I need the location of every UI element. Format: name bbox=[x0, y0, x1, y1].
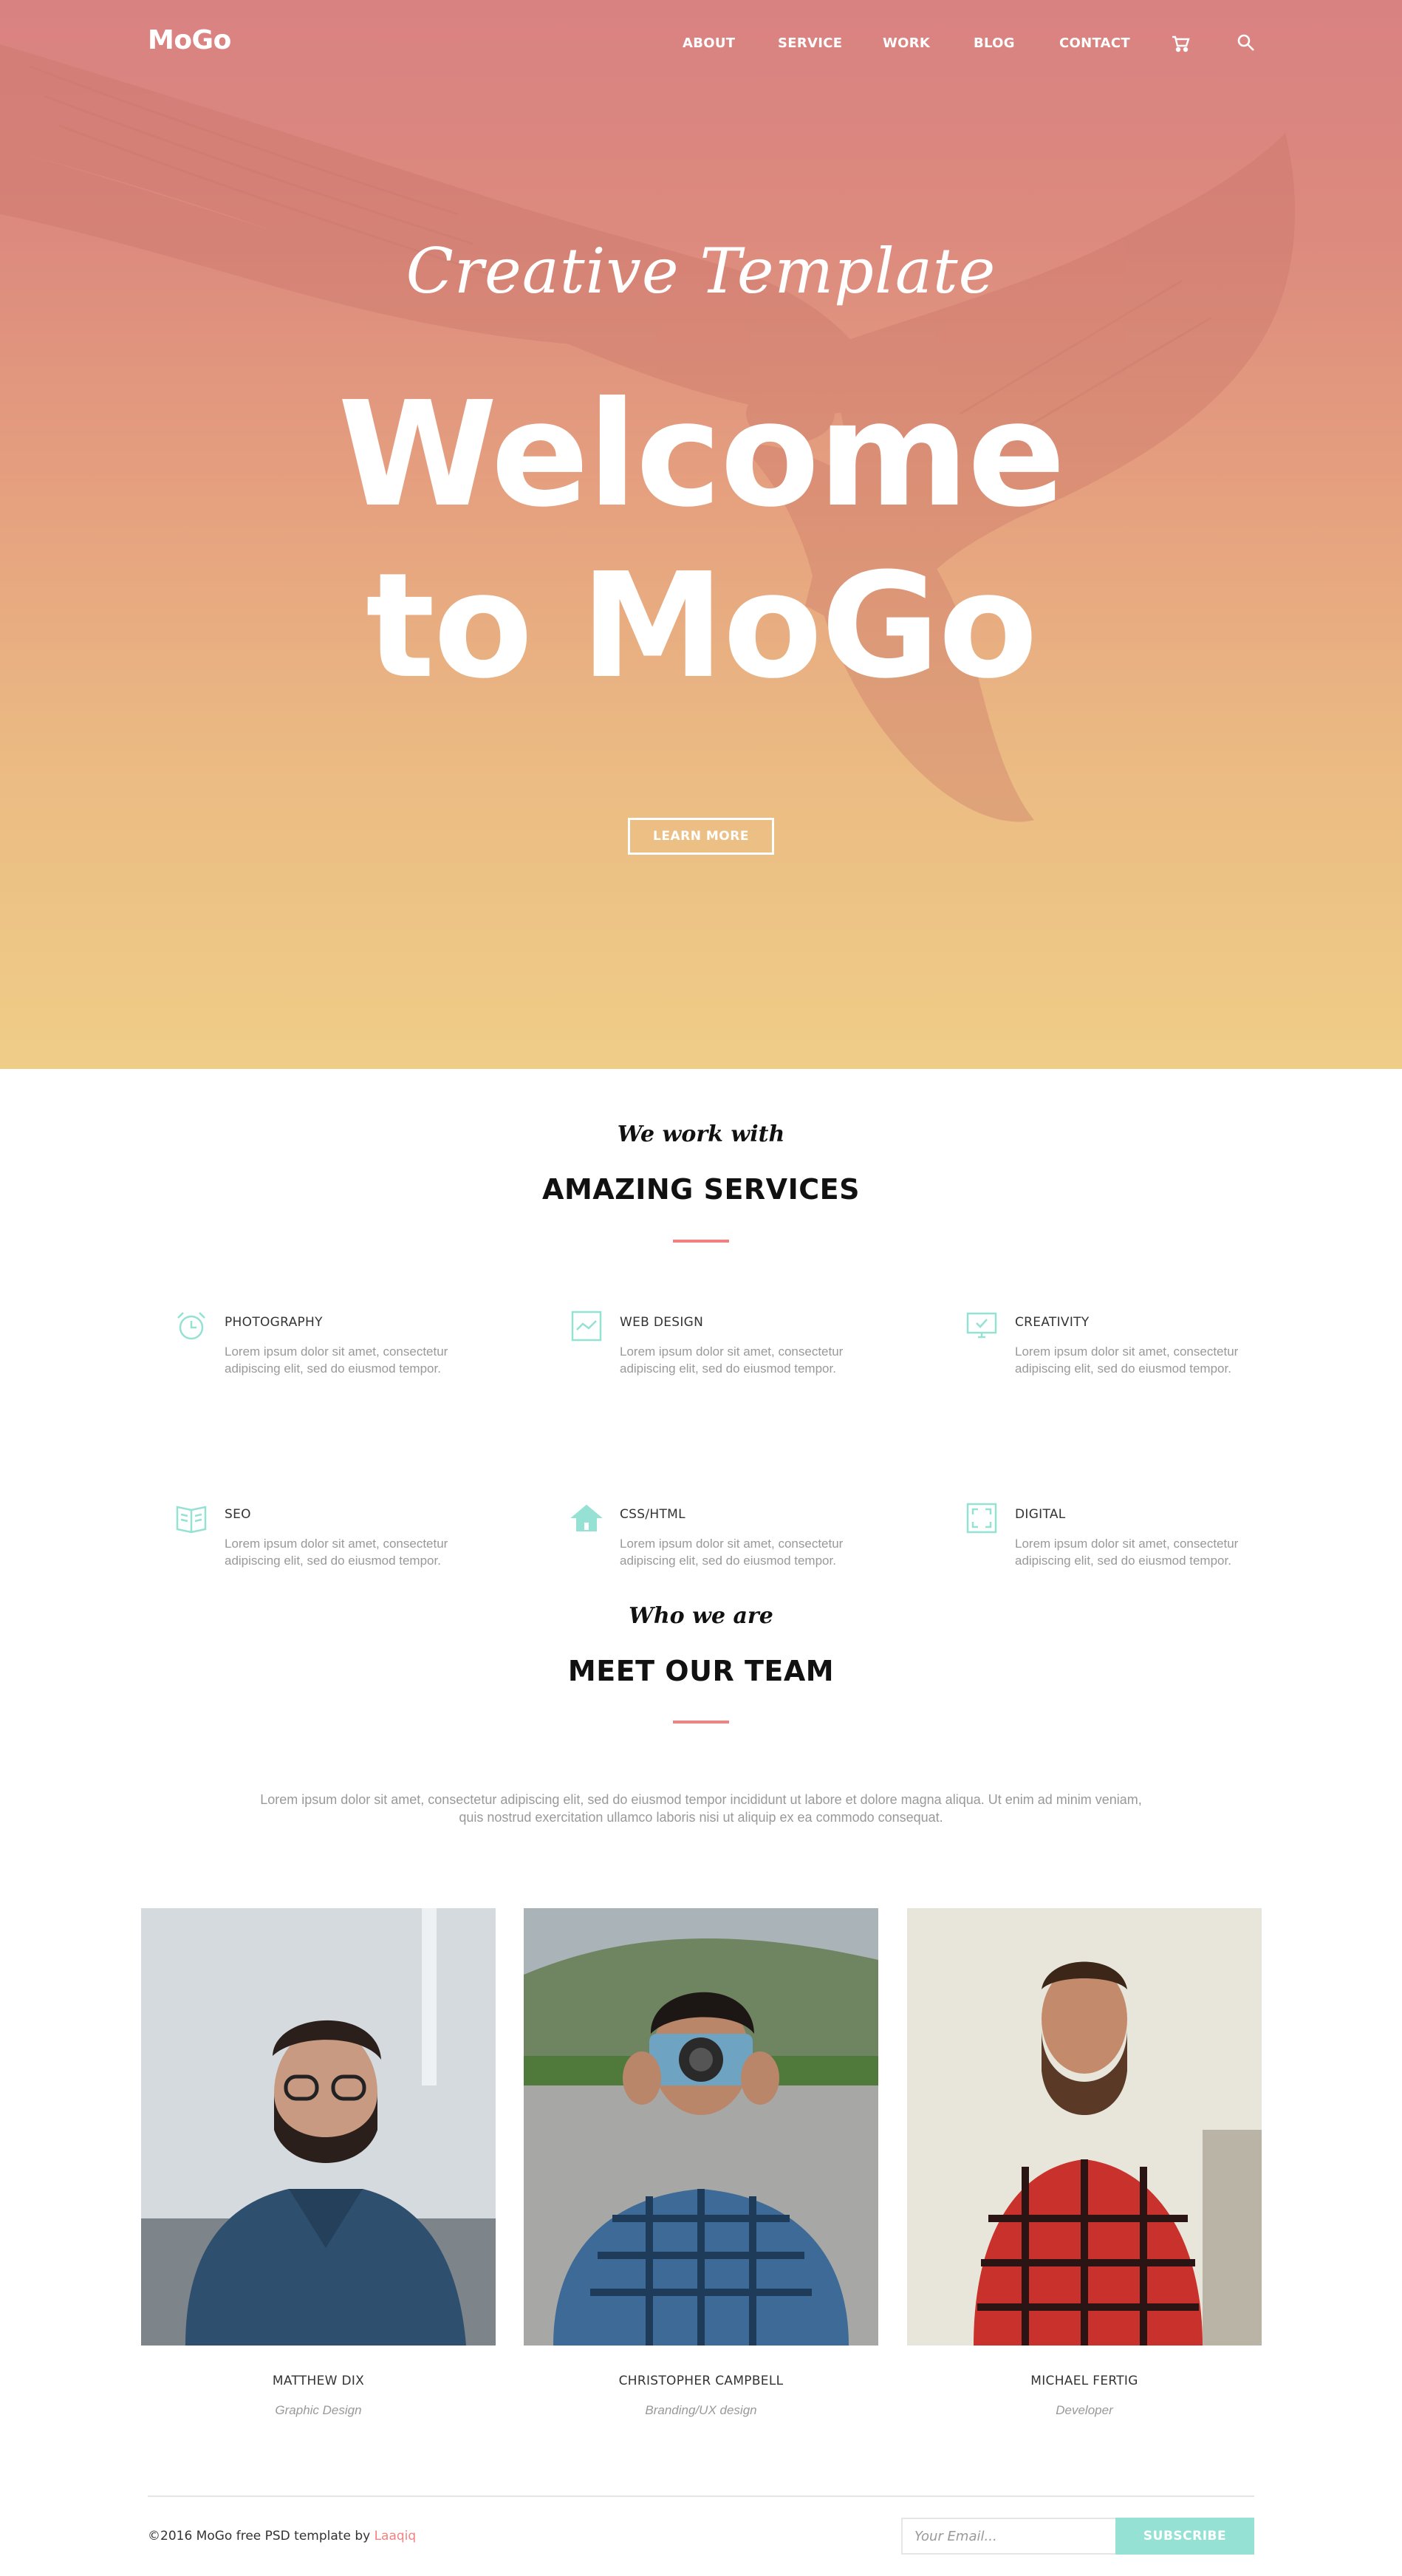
service-item-css-html: CSS/HTML Lorem ipsum dolor sit amet, con… bbox=[570, 1501, 880, 1605]
team-intro-text: Lorem ipsum dolor sit amet, consectetur … bbox=[260, 1792, 1142, 1825]
service-item-seo: SEO Lorem ipsum dolor sit amet, consecte… bbox=[174, 1501, 485, 1605]
team-member-name: CHRISTOPHER CAMPBELL bbox=[618, 2374, 784, 2388]
portrait-image bbox=[524, 1908, 878, 2346]
service-description: Lorem ipsum dolor sit amet, consectetur … bbox=[620, 1537, 844, 1568]
top-navigation: MoGo ABOUT SERVICE WORK BLOG CONTACT bbox=[0, 0, 1402, 89]
open-book-icon bbox=[174, 1501, 208, 1535]
service-title: PHOTOGRAPHY bbox=[225, 1315, 323, 1330]
service-item-photography: PHOTOGRAPHY Lorem ipsum dolor sit amet, … bbox=[174, 1309, 485, 1412]
service-item-creativity: CREATIVITY Lorem ipsum dolor sit amet, c… bbox=[965, 1309, 1275, 1412]
team-heading: MEET OUR TEAM bbox=[567, 1655, 835, 1687]
service-title: CSS/HTML bbox=[620, 1507, 685, 1522]
service-description: Lorem ipsum dolor sit amet, consectetur … bbox=[1015, 1345, 1239, 1376]
service-description: Lorem ipsum dolor sit amet, consectetur … bbox=[225, 1345, 448, 1376]
service-item-web-design: WEB DESIGN Lorem ipsum dolor sit amet, c… bbox=[570, 1309, 880, 1412]
team-member-role: Graphic Design bbox=[275, 2403, 362, 2417]
hero-subtitle: Creative Template bbox=[406, 235, 996, 307]
cart-icon[interactable] bbox=[1170, 33, 1191, 53]
team-member-name: MATTHEW DIX bbox=[272, 2374, 365, 2388]
hero-title-line-2: to MoGo bbox=[366, 542, 1038, 711]
nav-link-contact[interactable]: CONTACT bbox=[1059, 35, 1130, 51]
team-divider bbox=[673, 1721, 729, 1723]
service-title: DIGITAL bbox=[1015, 1507, 1066, 1522]
email-field[interactable] bbox=[901, 2518, 1115, 2555]
team-member-photo[interactable] bbox=[141, 1908, 496, 2346]
hero-title-line-1: Welcome bbox=[338, 371, 1065, 539]
service-description: Lorem ipsum dolor sit amet, consectetur … bbox=[225, 1537, 448, 1568]
team-member-role: Developer bbox=[1056, 2403, 1113, 2417]
line-chart-icon bbox=[570, 1309, 603, 1343]
learn-more-button[interactable]: LEARN MORE bbox=[628, 818, 774, 855]
portrait-image bbox=[141, 1908, 496, 2346]
brand-logo[interactable]: MoGo bbox=[148, 25, 231, 55]
copyright-text: ©2016 MoGo free PSD template by Laaqiq bbox=[148, 2529, 416, 2543]
services-divider bbox=[673, 1240, 729, 1243]
hero-title: Welcome to MoGo bbox=[0, 369, 1402, 712]
alarm-clock-icon bbox=[174, 1309, 208, 1343]
nav-link-about[interactable]: ABOUT bbox=[683, 35, 735, 51]
portrait-image bbox=[907, 1908, 1262, 2346]
team-kicker: Who we are bbox=[629, 1603, 773, 1629]
service-title: CREATIVITY bbox=[1015, 1315, 1090, 1330]
monitor-check-icon bbox=[965, 1309, 999, 1343]
team-member-name: MICHAEL FERTIG bbox=[1030, 2374, 1138, 2388]
team-member-role: Branding/UX design bbox=[645, 2403, 757, 2417]
team-member-photo[interactable] bbox=[524, 1908, 878, 2346]
nav-link-blog[interactable]: BLOG bbox=[974, 35, 1015, 51]
fullscreen-frame-icon bbox=[965, 1501, 999, 1535]
hero-section: MoGo ABOUT SERVICE WORK BLOG CONTACT Cre… bbox=[0, 0, 1402, 1069]
service-description: Lorem ipsum dolor sit amet, consectetur … bbox=[1015, 1537, 1239, 1568]
service-title: WEB DESIGN bbox=[620, 1315, 704, 1330]
search-icon[interactable] bbox=[1236, 33, 1256, 53]
nav-link-work[interactable]: WORK bbox=[883, 35, 930, 51]
service-item-digital: DIGITAL Lorem ipsum dolor sit amet, cons… bbox=[965, 1501, 1275, 1605]
footer-divider bbox=[148, 2495, 1254, 2497]
author-link[interactable]: Laaqiq bbox=[375, 2529, 417, 2543]
house-icon bbox=[570, 1501, 603, 1535]
services-heading: AMAZING SERVICES bbox=[542, 1173, 860, 1206]
nav-link-service[interactable]: SERVICE bbox=[778, 35, 842, 51]
copyright-prefix: ©2016 MoGo free PSD template by bbox=[148, 2529, 375, 2543]
service-description: Lorem ipsum dolor sit amet, consectetur … bbox=[620, 1345, 844, 1376]
service-title: SEO bbox=[225, 1507, 251, 1522]
services-kicker: We work with bbox=[617, 1121, 785, 1147]
team-member-photo[interactable] bbox=[907, 1908, 1262, 2346]
subscribe-button[interactable]: SUBSCRIBE bbox=[1115, 2518, 1254, 2555]
